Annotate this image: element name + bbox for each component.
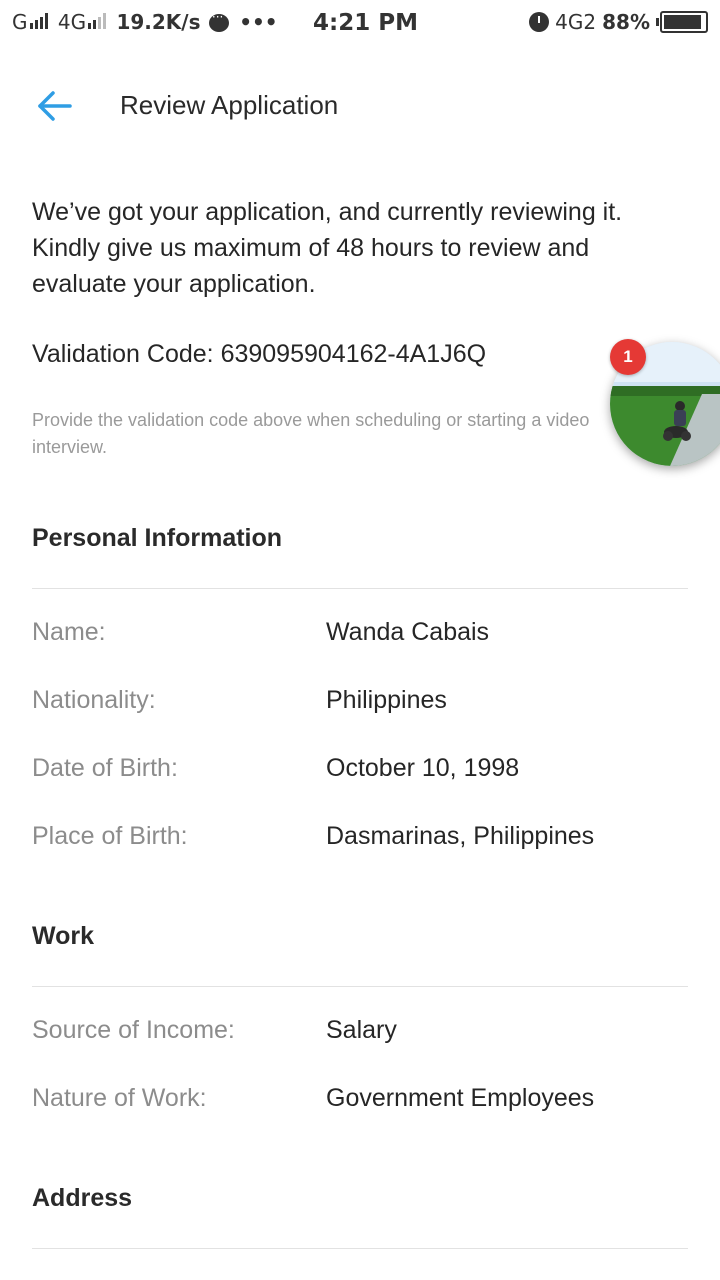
- status-bar: G 4G 19.2K/s ••• 4:21 PM 4G2 88%: [0, 0, 720, 52]
- divider: [32, 1248, 688, 1249]
- divider: [32, 986, 688, 987]
- status-time: 4:21 PM: [313, 10, 418, 36]
- field-value: Wanda Cabais: [326, 618, 490, 646]
- divider: [32, 588, 688, 589]
- field-value: October 10, 1998: [326, 754, 520, 782]
- validation-code-value: 639095904162-4A1J6Q: [220, 340, 487, 368]
- arrow-left-icon: [38, 91, 72, 121]
- field-nationality: Nationality: Philippines: [32, 686, 692, 722]
- signal-icon: [29, 13, 48, 29]
- field-nature-of-work: Nature of Work: Government Employees: [32, 1084, 692, 1120]
- field-source-of-income: Source of Income: Salary: [32, 1016, 692, 1052]
- carrier-1: G: [12, 10, 28, 34]
- battery-percent: 88%: [602, 10, 650, 34]
- field-label: Place of Birth:: [32, 822, 188, 850]
- signal-icon-2: [88, 13, 107, 29]
- section-title-work: Work: [32, 922, 95, 950]
- status-right: 4G2 88%: [529, 10, 708, 34]
- field-place-of-birth: Place of Birth: Dasmarinas, Philippines: [32, 822, 692, 858]
- validation-hint: Provide the validation code above when s…: [32, 410, 590, 457]
- chat-notification-icon: [208, 10, 229, 32]
- field-label: Source of Income:: [32, 1016, 235, 1044]
- field-value: Philippines: [326, 686, 447, 714]
- network-speed: 19.2K/s: [116, 10, 201, 34]
- network-type: 4G2: [555, 10, 597, 34]
- field-label: Name:: [32, 618, 106, 646]
- back-button[interactable]: [34, 86, 74, 126]
- validation-code-row: Validation Code: 639095904162-4A1J6Q: [32, 340, 486, 369]
- status-left: G 4G 19.2K/s •••: [12, 10, 278, 34]
- section-title-personal: Personal Information: [32, 524, 283, 552]
- field-label: Date of Birth:: [32, 754, 178, 782]
- field-name: Name: Wanda Cabais: [32, 618, 692, 654]
- battery-icon: [656, 11, 708, 33]
- alarm-icon: [529, 12, 550, 32]
- validation-code-label: Validation Code:: [32, 340, 214, 368]
- field-date-of-birth: Date of Birth: October 10, 1998: [32, 754, 692, 790]
- carrier-2: 4G: [57, 10, 87, 34]
- field-value: Government Employees: [326, 1084, 595, 1112]
- field-label: Nature of Work:: [32, 1084, 207, 1112]
- page-title: Review Application: [120, 90, 339, 120]
- section-title-address: Address: [32, 1184, 133, 1212]
- more-notifications: •••: [239, 10, 278, 34]
- notification-badge: 1: [610, 339, 646, 375]
- field-label: Nationality:: [32, 686, 156, 714]
- intro-text: We’ve got your application, and currentl…: [32, 198, 623, 298]
- field-value: Dasmarinas, Philippines: [326, 822, 595, 850]
- field-value: Salary: [326, 1016, 397, 1044]
